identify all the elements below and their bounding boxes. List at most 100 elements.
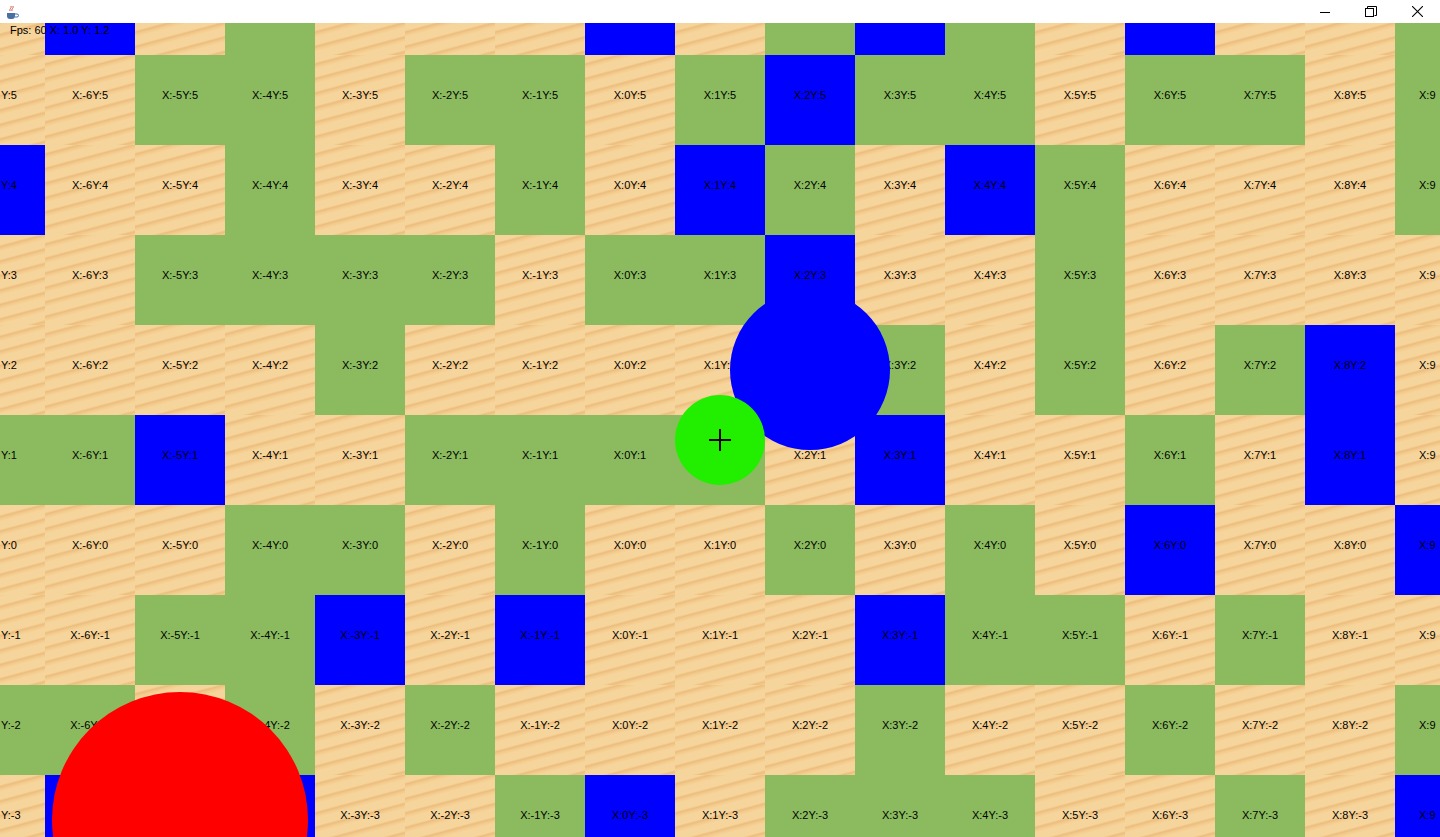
tile-label: X:-5Y:0 — [162, 539, 198, 552]
tile-label: X:-2Y:0 — [432, 539, 468, 552]
tile-label: X:-6Y:2 — [72, 359, 108, 372]
tile: X:-5Y:3 — [135, 235, 225, 325]
tile: X:5Y:-3 — [1035, 775, 1125, 837]
tile: X:-4Y:3 — [225, 235, 315, 325]
tile: X:4Y:0 — [945, 505, 1035, 595]
tile-row: Y:3X:-6Y:3X:-5Y:3X:-4Y:3X:-3Y:3X:-2Y:3X:… — [0, 235, 1440, 325]
tile: X:-3Y:1 — [315, 415, 405, 505]
tile: X:-3Y:3 — [315, 235, 405, 325]
tile — [315, 23, 405, 55]
tile: Y:1 — [0, 415, 45, 505]
tile: X:0Y:-3 — [585, 775, 675, 837]
tile: X:-6Y:0 — [45, 505, 135, 595]
tile: X:-1Y:0 — [495, 505, 585, 595]
tile-label: X:-2Y:-3 — [430, 809, 470, 822]
tile: X:8Y:1 — [1305, 415, 1395, 505]
tile-label: X:9 — [1419, 539, 1436, 552]
tile: X:2Y:0 — [765, 505, 855, 595]
tile-label: X:8Y:4 — [1334, 179, 1366, 192]
tile — [585, 23, 675, 55]
tile: X:-1Y:1 — [495, 415, 585, 505]
tile-label: X:6Y:-1 — [1152, 629, 1188, 642]
tile-label: X:3Y:-1 — [882, 629, 918, 642]
tile-label: Y:4 — [1, 179, 17, 192]
tile-label: Y:-2 — [1, 719, 21, 732]
tile: X:-3Y:2 — [315, 325, 405, 415]
tile-label: Y:-3 — [1, 809, 21, 822]
tile: X:2Y:-3 — [765, 775, 855, 837]
tile: X:-3Y:0 — [315, 505, 405, 595]
tile: Y:0 — [0, 505, 45, 595]
tile-row: Y:4X:-6Y:4X:-5Y:4X:-4Y:4X:-3Y:4X:-2Y:4X:… — [0, 145, 1440, 235]
tile: X:-2Y:3 — [405, 235, 495, 325]
tile: X:-2Y:1 — [405, 415, 495, 505]
tile: X:1Y:-3 — [675, 775, 765, 837]
tile-label: Y:1 — [1, 449, 17, 462]
tile-label: X:7Y:0 — [1244, 539, 1276, 552]
tile-label: X:7Y:-2 — [1242, 719, 1278, 732]
tile: X:6Y:-1 — [1125, 595, 1215, 685]
tile-label: X:6Y:1 — [1154, 449, 1186, 462]
tile: X:3Y:0 — [855, 505, 945, 595]
tile: X:0Y:4 — [585, 145, 675, 235]
tile: X:8Y:5 — [1305, 55, 1395, 145]
tile-label: X:-4Y:3 — [252, 269, 288, 282]
tile: X:7Y:0 — [1215, 505, 1305, 595]
tile: X:9 — [1395, 325, 1440, 415]
tile: X:3Y:1 — [855, 415, 945, 505]
tile — [225, 23, 315, 55]
tile: X:-1Y:-1 — [495, 595, 585, 685]
tile: X:5Y:4 — [1035, 145, 1125, 235]
tile-label: X:-6Y:-1 — [70, 629, 110, 642]
tile-label: X:1Y:3 — [704, 269, 736, 282]
tile: X:7Y:4 — [1215, 145, 1305, 235]
tile-row: Y:0X:-6Y:0X:-5Y:0X:-4Y:0X:-3Y:0X:-2Y:0X:… — [0, 505, 1440, 595]
tile: X:2Y:5 — [765, 55, 855, 145]
tile-label: X:-4Y:1 — [252, 449, 288, 462]
tile: Y:-1 — [0, 595, 45, 685]
game-canvas[interactable]: Y:5X:-6Y:5X:-5Y:5X:-4Y:5X:-3Y:5X:-2Y:5X:… — [0, 23, 1440, 837]
tile-label: X:-6Y:4 — [72, 179, 108, 192]
close-icon[interactable] — [1394, 0, 1440, 23]
restore-icon[interactable] — [1348, 0, 1394, 23]
tile: X:0Y:-2 — [585, 685, 675, 775]
tile-label: X:-5Y:5 — [162, 89, 198, 102]
tile-label: X:2Y:4 — [794, 179, 826, 192]
tile: X:-1Y:-3 — [495, 775, 585, 837]
tile-label: X:9 — [1419, 449, 1436, 462]
tile: X:-5Y:-1 — [135, 595, 225, 685]
tile-label: X:9 — [1419, 269, 1436, 282]
tile-label: Y:5 — [1, 89, 17, 102]
tile-label: X:7Y:4 — [1244, 179, 1276, 192]
tile — [135, 23, 225, 55]
tile-label: X:9 — [1419, 179, 1436, 192]
tile-label: X:7Y:2 — [1244, 359, 1276, 372]
tile: X:-1Y:2 — [495, 325, 585, 415]
tile-label: X:0Y:2 — [614, 359, 646, 372]
tile: X:7Y:2 — [1215, 325, 1305, 415]
tile-label: X:-1Y:4 — [522, 179, 558, 192]
tile-label: X:-3Y:3 — [342, 269, 378, 282]
tile-label: X:4Y:0 — [974, 539, 1006, 552]
tile: X:-3Y:-2 — [315, 685, 405, 775]
tile: X:8Y:2 — [1305, 325, 1395, 415]
tile: X:4Y:-1 — [945, 595, 1035, 685]
tile-label: X:5Y:-1 — [1062, 629, 1098, 642]
tile: X:5Y:-1 — [1035, 595, 1125, 685]
tile: Y:5 — [0, 55, 45, 145]
tile: X:3Y:-1 — [855, 595, 945, 685]
minimize-icon[interactable] — [1302, 0, 1348, 23]
tile — [1395, 23, 1440, 55]
tile: X:-6Y:5 — [45, 55, 135, 145]
tile-label: X:-1Y:1 — [522, 449, 558, 462]
tile: X:-5Y:2 — [135, 325, 225, 415]
title-bar — [0, 0, 1440, 23]
tile: X:5Y:2 — [1035, 325, 1125, 415]
tile: X:3Y:-2 — [855, 685, 945, 775]
tile: X:-2Y:4 — [405, 145, 495, 235]
tile-label: X:8Y:5 — [1334, 89, 1366, 102]
tile-label: X:-1Y:5 — [522, 89, 558, 102]
tile-label: X:6Y:0 — [1154, 539, 1186, 552]
tile-label: Y:3 — [1, 269, 17, 282]
tile-label: X:-4Y:5 — [252, 89, 288, 102]
